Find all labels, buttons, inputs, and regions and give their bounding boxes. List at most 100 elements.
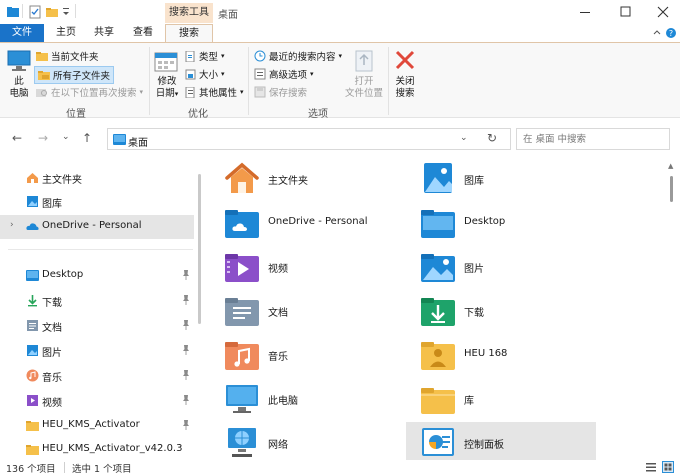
this-pc-button[interactable]: 此 电脑: [6, 76, 32, 100]
content-scrollbar-thumb[interactable]: [670, 176, 673, 202]
pin-icon[interactable]: [182, 319, 190, 331]
nav-item-home[interactable]: 主文件夹: [0, 166, 194, 190]
nav-item-label: OneDrive - Personal: [42, 220, 142, 231]
pin-icon[interactable]: [182, 294, 190, 306]
pin-icon[interactable]: [182, 369, 190, 381]
refresh-icon[interactable]: ↻: [487, 131, 497, 145]
date-modified-label-2: 日期▾: [155, 88, 179, 99]
date-modified-label-2-text: 日期: [155, 88, 175, 99]
content-item-music[interactable]: 音乐: [210, 334, 400, 374]
properties-icon[interactable]: [28, 5, 42, 19]
window-title: 桌面: [218, 10, 238, 21]
customize-toolbar-chevron-icon[interactable]: [61, 5, 71, 19]
search-input[interactable]: [523, 129, 653, 149]
tab-view[interactable]: 查看: [129, 24, 157, 42]
search-box[interactable]: [516, 128, 670, 150]
nav-item-desktop[interactable]: Desktop: [0, 264, 194, 288]
forward-arrow-icon[interactable]: →: [38, 131, 48, 145]
network-icon: [228, 428, 256, 457]
content-item-control-panel[interactable]: 控制面板: [406, 422, 596, 460]
current-folder-button[interactable]: 当前文件夹: [36, 49, 99, 63]
help-icon[interactable]: ?: [665, 27, 677, 39]
nav-item-downloads[interactable]: 下载: [0, 289, 194, 313]
collapse-ribbon-chevron-icon[interactable]: [652, 28, 662, 38]
content-item-documents[interactable]: 文档: [210, 290, 400, 330]
nav-item-documents[interactable]: 文档: [0, 314, 194, 338]
content-item-videos[interactable]: 视频: [210, 246, 400, 286]
recent-searches-icon: [254, 50, 266, 62]
open-location-label-1: 打开: [354, 76, 374, 87]
tab-search[interactable]: 搜索: [165, 24, 213, 42]
svg-text:?: ?: [669, 29, 673, 38]
date-modified-button[interactable]: 修改 日期▾: [152, 76, 182, 100]
content-item-this-pc[interactable]: 此电脑: [210, 378, 400, 418]
nav-item-label: 文档: [42, 323, 62, 334]
content-item-desktop[interactable]: Desktop: [406, 202, 596, 242]
details-view-icon[interactable]: [645, 461, 657, 473]
minimize-button[interactable]: [570, 4, 600, 20]
this-pc-label-2: 电脑: [9, 88, 29, 99]
recent-locations-chevron-icon[interactable]: ⌄: [62, 132, 70, 142]
item-label: 控制面板: [464, 440, 504, 451]
nav-item-heu-kms-activator[interactable]: HEU_KMS_Activator: [0, 414, 194, 438]
scroll-up-arrow-icon[interactable]: ▲: [668, 162, 673, 170]
up-arrow-icon[interactable]: ↑: [82, 131, 92, 145]
maximize-button[interactable]: [610, 4, 640, 20]
desktop-folder-icon: [421, 210, 455, 238]
search-again-label: 在以下位置再次搜索: [51, 88, 137, 99]
home-icon: [225, 162, 259, 193]
all-subfolders-button[interactable]: 所有子文件夹: [34, 66, 115, 84]
nav-item-heu-kms-activator-v42[interactable]: HEU_KMS_Activator_v42.0.3: [0, 438, 194, 460]
tab-home[interactable]: 主页: [52, 24, 80, 42]
content-item-libraries[interactable]: 库: [406, 378, 596, 418]
open-file-location-button[interactable]: 打开 文件位置: [342, 76, 386, 100]
address-history-chevron-icon[interactable]: ⌄: [460, 133, 468, 143]
documents-icon: [27, 320, 38, 331]
nav-item-label: 图库: [42, 199, 62, 210]
nav-item-videos[interactable]: 视频: [0, 389, 194, 413]
nav-item-gallery[interactable]: 图库: [0, 190, 194, 214]
pictures-icon: [27, 345, 38, 356]
other-properties-button[interactable]: 其他属性 ▾: [185, 85, 244, 99]
address-bar[interactable]: 桌面 ⌄ ↻: [107, 128, 511, 150]
pin-icon[interactable]: [182, 394, 190, 406]
close-search-button[interactable]: 关闭 搜索: [391, 76, 419, 100]
nav-item-label: 主文件夹: [42, 175, 82, 186]
nav-item-music[interactable]: 音乐: [0, 364, 194, 388]
advanced-options-button[interactable]: 高级选项 ▾: [254, 67, 314, 81]
tab-share[interactable]: 共享: [90, 24, 118, 42]
expand-chevron-icon[interactable]: ›: [10, 220, 14, 230]
save-search-button[interactable]: 保存搜索: [254, 85, 307, 99]
nav-item-pictures[interactable]: 图片: [0, 339, 194, 363]
recent-searches-button[interactable]: 最近的搜索内容 ▾: [254, 49, 342, 63]
large-icons-view-icon[interactable]: [662, 461, 674, 473]
content-item-user-folder[interactable]: HEU 168: [406, 334, 596, 374]
all-subfolders-label: 所有子文件夹: [53, 71, 111, 82]
open-file-location-icon: [355, 50, 373, 72]
type-button[interactable]: 类型 ▾: [185, 49, 225, 63]
address-path: 桌面: [128, 138, 148, 149]
pin-icon[interactable]: [182, 269, 190, 281]
ribbon-tab-strip: 文件 主页 共享 查看 搜索 ?: [0, 24, 680, 42]
content-item-onedrive[interactable]: OneDrive - Personal: [210, 202, 400, 242]
tab-file[interactable]: 文件: [0, 24, 44, 42]
nav-item-onedrive[interactable]: › OneDrive - Personal: [0, 215, 194, 239]
new-folder-icon[interactable]: [45, 5, 59, 19]
content-item-gallery[interactable]: 图库: [406, 158, 596, 198]
desktop-folder-icon: [26, 270, 39, 281]
this-pc-icon: [226, 385, 258, 413]
close-window-button[interactable]: [648, 4, 678, 20]
pin-icon[interactable]: [182, 419, 190, 431]
size-button[interactable]: 大小 ▾: [185, 67, 225, 81]
pin-icon[interactable]: [182, 344, 190, 356]
onedrive-cloud-icon: [26, 223, 39, 230]
search-again-button[interactable]: 在以下位置再次搜索 ▾: [36, 85, 143, 99]
back-arrow-icon[interactable]: ←: [12, 131, 22, 145]
nav-pane-scrollbar[interactable]: [198, 174, 201, 324]
content-item-network[interactable]: 网络: [210, 422, 400, 460]
content-item-home[interactable]: 主文件夹: [210, 158, 400, 198]
dropdown-arrow-icon: ▾: [240, 88, 244, 96]
content-item-pictures[interactable]: 图片: [406, 246, 596, 286]
content-item-downloads[interactable]: 下载: [406, 290, 596, 330]
user-folder-icon: [421, 342, 455, 370]
